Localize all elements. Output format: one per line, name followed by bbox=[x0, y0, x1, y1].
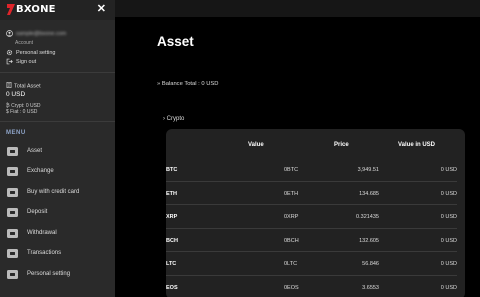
total-asset-label: Total Asset bbox=[14, 83, 41, 90]
cell-value: 0BCH bbox=[284, 237, 299, 244]
cell-value: 0ETH bbox=[284, 190, 299, 197]
crypto-table: Value Price Value in USD BTC 0BTC 3,949.… bbox=[166, 129, 465, 297]
section-crypto-heading[interactable]: › Crypto bbox=[163, 116, 184, 122]
cell-symbol: ETH bbox=[166, 190, 177, 197]
cell-price: 132.605 bbox=[359, 237, 379, 244]
cell-symbol: EOS bbox=[166, 284, 178, 291]
menu-item-personal-setting[interactable]: Personal setting bbox=[0, 264, 115, 284]
account-label: Account bbox=[15, 40, 34, 46]
column-header-value: Value bbox=[248, 142, 264, 148]
brand-logo[interactable]: BXONE bbox=[7, 3, 56, 16]
sidebar: BXONE ✕ sample@bxone.com Account Persona… bbox=[0, 0, 115, 297]
menu-title: MENU bbox=[6, 130, 26, 136]
total-asset-summary: Total Asset 0 USD ₿ Crypt: 0 USD $ Fiat … bbox=[6, 82, 41, 116]
logo-mark-icon bbox=[7, 4, 15, 15]
menu-item-label: Personal setting bbox=[27, 271, 71, 277]
cell-value: 0LTC bbox=[284, 261, 298, 267]
document-icon bbox=[6, 82, 12, 88]
menu-item-transactions[interactable]: Transactions bbox=[0, 243, 115, 263]
cell-symbol: XRP bbox=[166, 214, 178, 220]
menu-item-asset[interactable]: Asset bbox=[0, 141, 115, 161]
sidebar-header: BXONE ✕ bbox=[0, 0, 115, 20]
menu-item-label: Deposit bbox=[27, 209, 48, 215]
cart-icon bbox=[7, 187, 18, 197]
brand-name: BXONE bbox=[16, 4, 56, 15]
divider bbox=[0, 121, 115, 122]
chevron-right-icon: › bbox=[163, 116, 165, 122]
personal-setting-label: Personal setting bbox=[16, 49, 56, 56]
cell-value: 0BTC bbox=[284, 167, 299, 173]
balance-total-text: Balance Total : 0 USD bbox=[161, 81, 219, 87]
dollar-icon: $ bbox=[6, 109, 9, 115]
account-email-row: sample@bxone.com bbox=[6, 30, 66, 37]
total-asset-row: Total Asset bbox=[6, 82, 41, 91]
section-crypto-label: Crypto bbox=[166, 116, 185, 122]
menu-item-label: Exchange bbox=[27, 168, 54, 174]
cell-price: 3,949.51 bbox=[357, 167, 379, 173]
cell-value: 0EOS bbox=[284, 284, 299, 291]
cell-price: 3.6553 bbox=[362, 284, 379, 291]
menu-item-deposit[interactable]: Deposit bbox=[0, 202, 115, 222]
column-header-value-usd: Value in USD bbox=[398, 142, 436, 148]
main-content: Asset » Balance Total : 0 USD › Crypto V… bbox=[115, 17, 480, 297]
double-chevron-right-icon: » bbox=[157, 81, 161, 87]
cell-price: 0.321435 bbox=[356, 214, 379, 220]
table-row[interactable]: BCH 0BCH 132.605 0 USD bbox=[166, 229, 465, 252]
menu-item-buy-credit-card[interactable]: Buy with credit card bbox=[0, 182, 115, 202]
profile-icon bbox=[7, 269, 18, 279]
balance-total: » Balance Total : 0 USD bbox=[157, 81, 218, 87]
user-icon bbox=[6, 30, 13, 37]
fiat-total-row: $ Fiat : 0 USD bbox=[6, 109, 41, 116]
bitcoin-icon: ₿ bbox=[6, 102, 10, 109]
cell-price: 56.846 bbox=[362, 261, 379, 267]
sign-out-link[interactable]: Sign out bbox=[6, 58, 36, 65]
cart-icon bbox=[7, 166, 18, 176]
cell-price: 134.685 bbox=[359, 190, 379, 197]
chart-icon bbox=[7, 228, 18, 238]
cell-value-usd: 0 USD bbox=[440, 167, 457, 173]
table-row[interactable]: XRP 0XRP 0.321435 0 USD bbox=[166, 205, 465, 229]
personal-setting-link[interactable]: Personal setting bbox=[6, 49, 55, 56]
cell-value: 0XRP bbox=[284, 214, 299, 220]
menu-item-label: Transactions bbox=[27, 250, 62, 256]
cell-symbol: BTC bbox=[166, 167, 178, 173]
table-row[interactable]: BTC 0BTC 3,949.51 0 USD bbox=[166, 158, 465, 182]
table-row[interactable]: LTC 0LTC 56.846 0 USD bbox=[166, 252, 465, 276]
menu-item-exchange[interactable]: Exchange bbox=[0, 161, 115, 181]
close-icon[interactable]: ✕ bbox=[97, 3, 106, 15]
divider bbox=[0, 72, 115, 73]
menu-item-label: Buy with credit card bbox=[27, 189, 80, 195]
table-row[interactable]: ETH 0ETH 134.685 0 USD bbox=[166, 182, 465, 205]
menu-item-withdrawal[interactable]: Withdrawal bbox=[0, 223, 115, 243]
cell-symbol: LTC bbox=[166, 261, 177, 267]
sign-out-icon bbox=[6, 58, 13, 65]
sign-out-label: Sign out bbox=[16, 58, 37, 65]
cell-value-usd: 0 USD bbox=[440, 214, 457, 220]
deposit-icon bbox=[7, 207, 18, 217]
transactions-icon bbox=[7, 248, 18, 258]
wallet-icon bbox=[7, 146, 18, 156]
gear-icon bbox=[6, 49, 13, 56]
crypt-total: Crypt: 0 USD bbox=[11, 102, 41, 109]
menu-item-label: Withdrawal bbox=[27, 230, 57, 236]
cell-value-usd: 0 USD bbox=[440, 261, 457, 267]
account-email: sample@bxone.com bbox=[16, 30, 67, 37]
page-title: Asset bbox=[157, 34, 194, 49]
cell-value-usd: 0 USD bbox=[440, 237, 457, 244]
cell-value-usd: 0 USD bbox=[440, 190, 457, 197]
total-asset-value: 0 USD bbox=[6, 91, 26, 98]
table-row[interactable]: EOS 0EOS 3.6553 0 USD bbox=[166, 276, 465, 297]
column-header-price: Price bbox=[334, 142, 349, 148]
fiat-total: Fiat : 0 USD bbox=[10, 109, 38, 115]
menu-item-label: Asset bbox=[27, 148, 43, 154]
cell-value-usd: 0 USD bbox=[440, 284, 457, 291]
top-bar bbox=[115, 0, 480, 17]
cell-symbol: BCH bbox=[166, 237, 178, 244]
